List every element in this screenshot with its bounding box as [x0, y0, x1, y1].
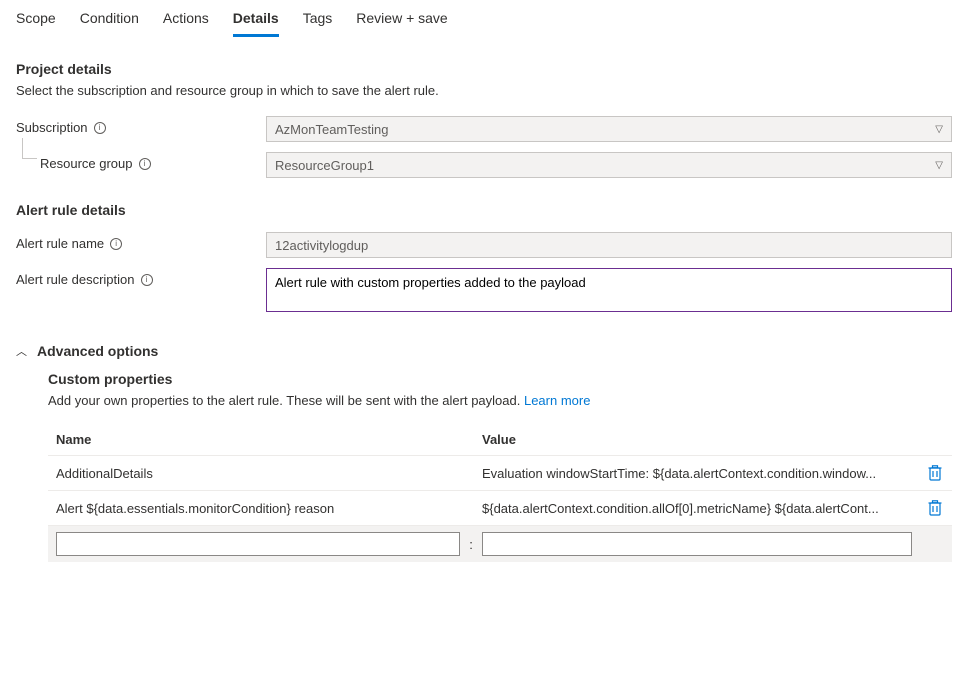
tab-bar: Scope Condition Actions Details Tags Rev… [0, 0, 968, 37]
tab-details[interactable]: Details [233, 6, 279, 37]
tab-tags[interactable]: Tags [303, 6, 333, 37]
info-icon[interactable]: i [94, 122, 106, 134]
delete-icon[interactable] [928, 465, 942, 481]
table-row: AdditionalDetails Evaluation windowStart… [48, 456, 952, 491]
chevron-down-icon: ▽ [935, 160, 943, 171]
custom-properties-table: Name Value AdditionalDetails Evaluation … [48, 424, 952, 562]
colon-separator: : [466, 537, 476, 552]
custom-properties-description: Add your own properties to the alert rul… [48, 393, 952, 408]
info-icon[interactable]: i [141, 274, 153, 286]
tab-condition[interactable]: Condition [80, 6, 139, 37]
resource-group-label-text: Resource group [40, 156, 133, 171]
info-icon[interactable]: i [110, 238, 122, 250]
new-property-value-input[interactable] [482, 532, 912, 556]
table-row: Alert ${data.essentials.monitorCondition… [48, 491, 952, 526]
tab-actions[interactable]: Actions [163, 6, 209, 37]
advanced-options-label: Advanced options [37, 343, 158, 359]
column-header-value: Value [478, 432, 918, 447]
alert-rule-description-label: Alert rule description i [16, 268, 266, 287]
learn-more-link[interactable]: Learn more [524, 393, 590, 408]
chevron-down-icon: ▽ [935, 124, 943, 135]
alert-rule-name-value: 12activitylogdup [275, 238, 368, 253]
alert-rule-description-input[interactable] [266, 268, 952, 312]
tab-scope[interactable]: Scope [16, 6, 56, 37]
column-header-name: Name [48, 432, 478, 447]
custom-properties-header: Name Value [48, 424, 952, 456]
custom-properties-desc-text: Add your own properties to the alert rul… [48, 393, 524, 408]
property-name: Alert ${data.essentials.monitorCondition… [48, 501, 478, 516]
advanced-options-toggle[interactable]: ︿ Advanced options [16, 343, 952, 359]
chevron-up-icon: ︿ [16, 343, 27, 359]
info-icon[interactable]: i [139, 158, 151, 170]
project-details-heading: Project details [16, 61, 952, 77]
property-value: Evaluation windowStartTime: ${data.alert… [478, 466, 918, 481]
resource-group-label: Resource group i [16, 152, 266, 171]
alert-rule-name-label: Alert rule name i [16, 232, 266, 251]
subscription-label-text: Subscription [16, 120, 88, 135]
subscription-select[interactable]: AzMonTeamTesting ▽ [266, 116, 952, 142]
alert-rule-name-label-text: Alert rule name [16, 236, 104, 251]
custom-properties-heading: Custom properties [48, 371, 952, 387]
alert-rule-details-heading: Alert rule details [16, 202, 952, 218]
alert-rule-description-label-text: Alert rule description [16, 272, 135, 287]
resource-group-select[interactable]: ResourceGroup1 ▽ [266, 152, 952, 178]
project-details-description: Select the subscription and resource gro… [16, 83, 952, 98]
resource-group-value: ResourceGroup1 [275, 158, 374, 173]
property-name: AdditionalDetails [48, 466, 478, 481]
new-property-row: : [48, 526, 952, 562]
alert-rule-name-input[interactable]: 12activitylogdup [266, 232, 952, 258]
subscription-value: AzMonTeamTesting [275, 122, 388, 137]
subscription-label: Subscription i [16, 116, 266, 135]
new-property-name-input[interactable] [56, 532, 460, 556]
delete-icon[interactable] [928, 500, 942, 516]
property-value: ${data.alertContext.condition.allOf[0].m… [478, 501, 918, 516]
tab-review-save[interactable]: Review + save [356, 6, 447, 37]
